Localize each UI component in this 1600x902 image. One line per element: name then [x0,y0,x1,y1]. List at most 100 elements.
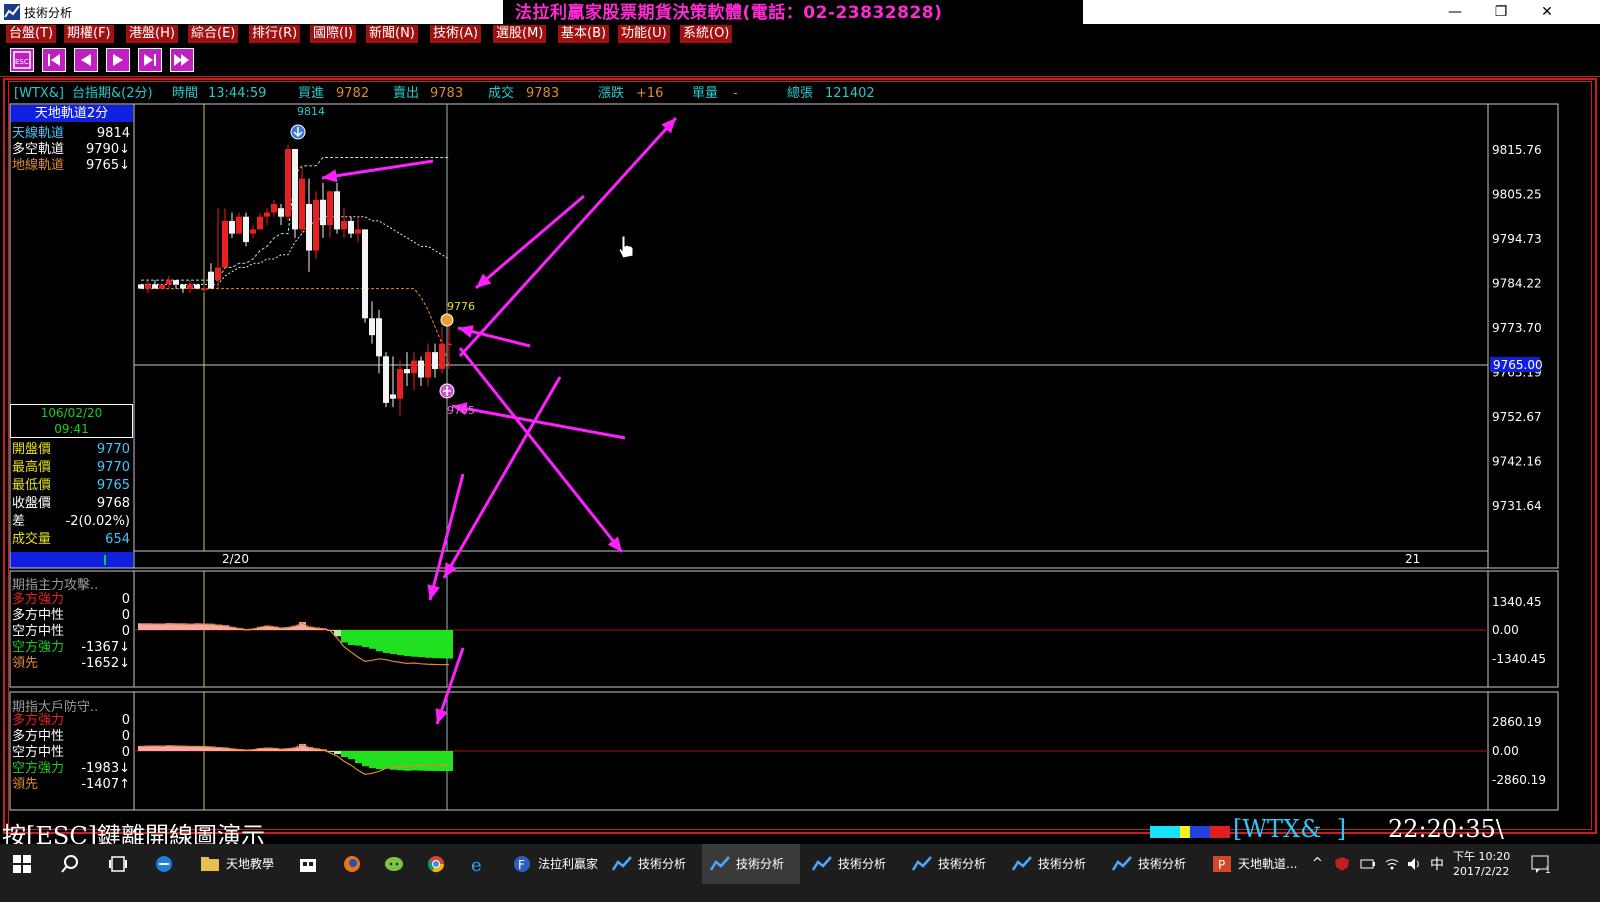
chrome-icon [427,856,445,873]
chrome-button[interactable] [418,844,458,884]
sub1-y-tick: -1340.45 [1492,652,1546,666]
status-color-blue [1190,826,1210,838]
candle-body [439,343,445,370]
candle-body [432,352,438,370]
taskbar-item-analysis[interactable]: 技術分析 [904,844,1000,884]
sub2-y-tick: 0.00 [1492,744,1519,758]
line-app-button[interactable] [376,844,416,884]
candle-body [369,318,375,336]
sub2-bar [334,751,341,755]
candle-body [404,369,410,374]
sub2-bar [439,751,446,772]
chart-canvas[interactable]: 9815.769805.259794.739784.229773.709763.… [0,0,1600,820]
tray-chevron-icon[interactable]: ^ [1312,856,1323,871]
taskbar-item-ferrari[interactable]: F 法拉利贏家 [504,844,600,884]
taskbar-item-powerpoint[interactable]: P 天地軌道... [1204,844,1308,884]
taskbar-item-analysis-active[interactable]: 技術分析 [702,844,800,884]
sub2-bar [432,751,439,771]
store-button[interactable] [290,844,330,884]
y-tick-label: 9794.73 [1492,232,1542,246]
svg-text:P: P [1218,858,1225,872]
current-price-label: 9765.00 [1493,358,1543,372]
candle-body [425,352,431,378]
chart-structure [9,103,1559,811]
candle-body [222,220,228,268]
chart-app-icon [1112,856,1132,871]
taskbar-item-analysis[interactable]: 技術分析 [804,844,900,884]
y-tick-label: 9805.25 [1492,187,1542,201]
taskbar-item-label: 天地軌道... [1238,857,1298,871]
candle-body [250,229,256,234]
sub1-bar [411,630,418,657]
ime-indicator[interactable]: 中 [1430,854,1444,874]
candle-body [327,191,333,226]
hand-cursor-icon [618,235,634,259]
status-symbol: [WTX& ] [1233,815,1347,843]
candle-body [215,267,221,281]
firefox-button[interactable] [334,844,374,884]
sub1-bar [425,630,432,658]
candle-body [145,284,151,289]
status-bar: 按[ESC]鍵離開線圖演示 [WTX& ] 22:20:35\ [0,815,1600,850]
sub2-bar [404,751,411,771]
sub1-bar [390,630,397,655]
candle-body [299,178,305,230]
chart-app-icon [912,856,932,871]
chat-app-icon [385,857,403,871]
edge-button[interactable] [146,844,186,884]
y-tick-label: 9742.16 [1492,454,1542,468]
candle-body [383,356,389,403]
svg-text:e: e [471,855,482,874]
wifi-icon[interactable] [1384,856,1400,872]
status-color-cyan [1150,826,1180,838]
search-button[interactable] [48,844,92,884]
annotation-arrow [475,194,585,290]
powerpoint-icon: P [1213,856,1231,872]
store-icon [300,859,316,872]
chart-app-icon [612,856,632,871]
taskbar-item-analysis[interactable]: 技術分析 [604,844,700,884]
clock-date[interactable]: 2017/2/22 [1453,865,1509,878]
task-view-button[interactable] [96,844,140,884]
status-color-yellow [1180,826,1190,838]
candle-body [348,220,354,234]
candle-body [390,394,396,399]
taskbar-item-analysis[interactable]: 技術分析 [1004,844,1100,884]
firefox-icon [344,856,360,872]
sub1-bar [432,630,439,659]
sub1-bar [383,630,390,653]
candle-body [229,220,235,234]
internet-explorer-icon: e [471,855,482,874]
candle-body [446,343,452,346]
taskbar-item-analysis[interactable]: 技術分析 [1104,844,1200,884]
arrow-head-icon [435,708,448,724]
candle-body [355,229,361,234]
sub1-bar [418,630,425,658]
volume-icon[interactable] [1406,856,1422,872]
candle-body [166,280,172,285]
task-view-icon [109,856,127,872]
low-marker-label: 9765 [447,404,475,417]
y-tick-label: 9773.70 [1492,321,1542,335]
clock-time[interactable]: 下午 10:20 [1453,848,1510,864]
candle-body [236,216,242,234]
sub1-bar [397,630,404,656]
sub1-bar [362,630,369,648]
candle-body [173,280,179,285]
candle-body [257,216,263,230]
y-tick-label: 9731.64 [1492,499,1542,513]
taskbar-item-folder[interactable]: 天地教學 [192,844,288,884]
arrow-head-icon [322,169,338,183]
battery-icon[interactable] [1360,856,1376,872]
start-button[interactable] [0,844,44,884]
high-marker-label: 9814 [297,105,325,118]
sub1-bar [404,630,411,657]
ie-button[interactable]: e [460,844,500,884]
folder-icon [201,857,219,871]
sub2-bar [418,751,425,771]
sub1-bar [355,630,362,646]
candle-body [264,212,270,217]
candle-body [334,191,340,230]
antivirus-shield-icon[interactable] [1334,856,1350,872]
sub2-bar [348,751,355,760]
